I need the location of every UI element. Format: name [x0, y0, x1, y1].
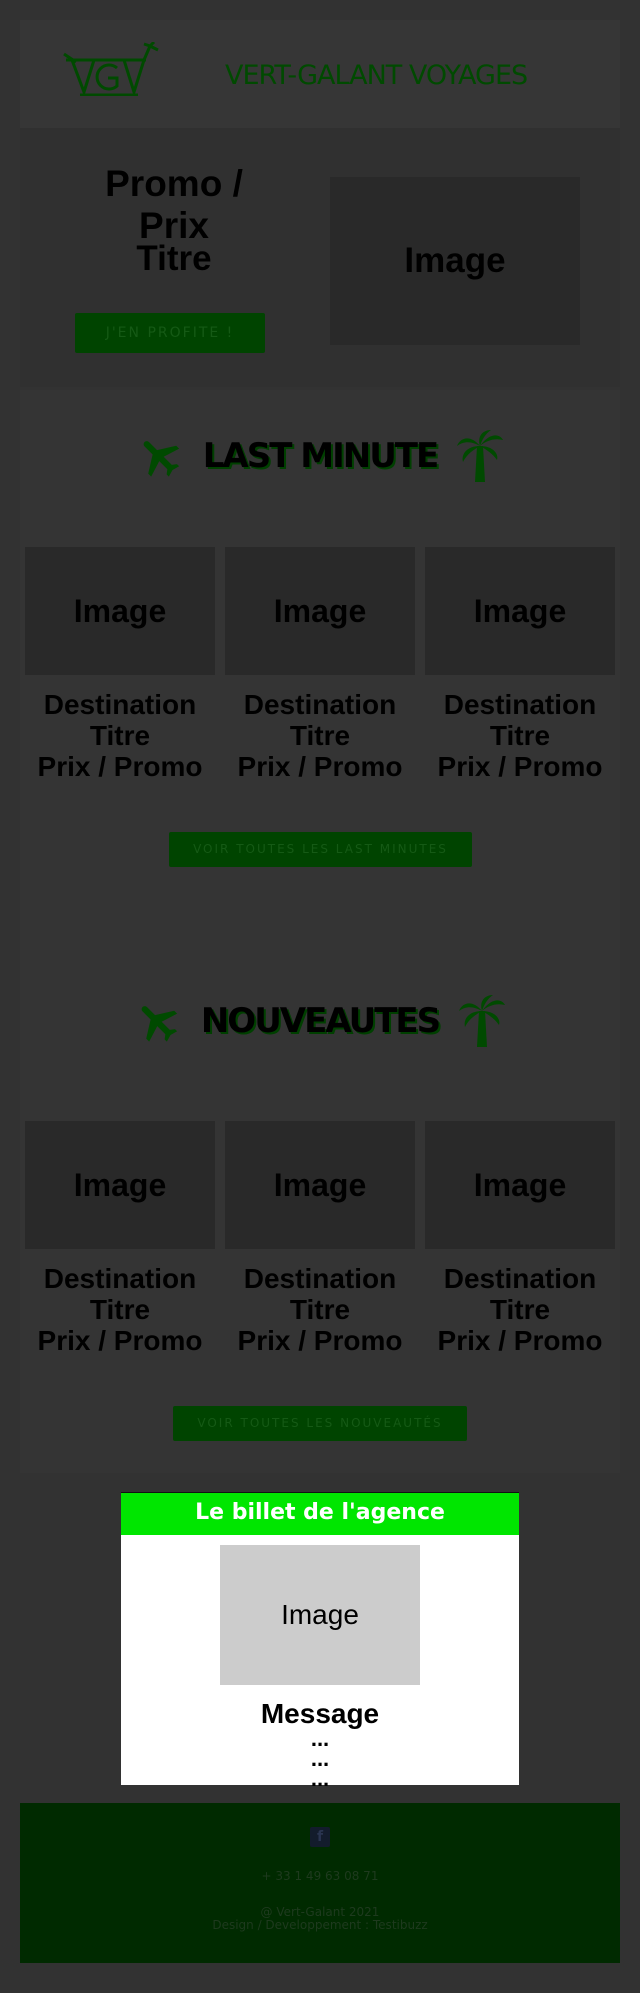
card-price: Prix / Promo — [437, 1325, 603, 1356]
vgv-logo[interactable] — [62, 42, 160, 96]
airplane-icon — [143, 441, 179, 477]
hero-promo-price: Promo / Prix — [105, 163, 243, 246]
last-minute-title: LAST MINUTE — [202, 436, 439, 476]
card-destination: Destination — [43, 1263, 197, 1294]
card-destination: Destination — [243, 1263, 397, 1294]
card-price: Prix / Promo — [437, 751, 603, 782]
agency-note-title: Le billet de l'agence — [121, 1493, 519, 1535]
card-image: Image — [425, 1121, 615, 1249]
nouveautes-title: NOUVEAUTES — [200, 1001, 441, 1041]
last-minute-card[interactable]: Image Destination Titre Prix / Promo — [25, 547, 215, 782]
nouveaute-card[interactable]: Image Destination Titre Prix / Promo — [425, 1121, 615, 1356]
agency-note-image: Image — [220, 1545, 420, 1685]
card-destination: Destination — [43, 689, 197, 720]
card-image: Image — [225, 547, 415, 675]
card-image: Image — [25, 547, 215, 675]
card-title: Titre — [289, 1294, 351, 1325]
palm-tree-icon — [459, 995, 506, 1047]
footer-credits[interactable]: Design / Developpement : Testibuzz — [20, 1918, 620, 1932]
airplane-icon — [141, 1006, 177, 1042]
card-price: Prix / Promo — [237, 751, 403, 782]
card-title: Titre — [89, 720, 151, 751]
nouveaute-card[interactable]: Image Destination Titre Prix / Promo — [25, 1121, 215, 1356]
agency-note: Le billet de l'agence Image Message ... … — [121, 1492, 519, 1790]
header: VERT-GALANT VOYAGES — [20, 20, 620, 128]
footer-phone[interactable]: + 33 1 49 63 08 71 — [20, 1869, 620, 1883]
last-minute-heading: LAST MINUTE — [20, 430, 620, 482]
site-title: VERT-GALANT VOYAGES — [225, 60, 528, 91]
hero-title: Titre — [136, 239, 212, 278]
deals-section: LAST MINUTE Image Destination Titre Prix /… — [20, 390, 620, 1473]
facebook-icon[interactable]: f — [310, 1827, 330, 1847]
hero-promo: Promo / Prix Titre J'EN PROFITE ! Image — [20, 128, 620, 387]
see-all-nouveautes-button[interactable]: VOIR TOUTES LES NOUVEAUTÉS — [173, 1406, 467, 1441]
card-title: Titre — [89, 1294, 151, 1325]
last-minute-card[interactable]: Image Destination Titre Prix / Promo — [225, 547, 415, 782]
nouveaute-card[interactable]: Image Destination Titre Prix / Promo — [225, 1121, 415, 1356]
card-title: Titre — [489, 720, 551, 751]
card-destination: Destination — [443, 1263, 597, 1294]
footer: f + 33 1 49 63 08 71 @ Vert-Galant 2021 … — [20, 1803, 620, 1963]
nouveautes-heading: NOUVEAUTES — [20, 995, 620, 1047]
hero-image: Image — [330, 177, 580, 345]
card-image: Image — [425, 547, 615, 675]
see-all-last-minutes-button[interactable]: VOIR TOUTES LES LAST MINUTES — [169, 832, 472, 867]
palm-tree-icon — [457, 430, 504, 482]
message-ellipsis: ... — [310, 1766, 330, 1791]
card-price: Prix / Promo — [37, 751, 203, 782]
card-price: Prix / Promo — [237, 1325, 403, 1356]
card-destination: Destination — [443, 689, 597, 720]
card-image: Image — [25, 1121, 215, 1249]
last-minute-card[interactable]: Image Destination Titre Prix / Promo — [425, 547, 615, 782]
card-destination: Destination — [243, 689, 397, 720]
card-image: Image — [225, 1121, 415, 1249]
card-title: Titre — [289, 720, 351, 751]
card-price: Prix / Promo — [37, 1325, 203, 1356]
jen-profite-button[interactable]: J'EN PROFITE ! — [75, 313, 265, 353]
card-title: Titre — [489, 1294, 551, 1325]
footer-copyright: @ Vert-Galant 2021 — [260, 1905, 380, 1919]
